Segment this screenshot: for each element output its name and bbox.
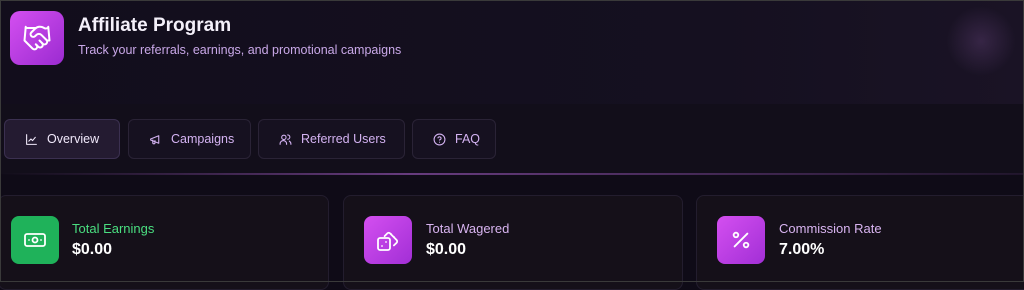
stat-label: Total Wagered [426,221,510,236]
users-icon [279,133,292,145]
tab-referred-users-label: Referred Users [301,132,386,146]
stat-label: Commission Rate [779,221,882,236]
stat-card-commission-rate: Commission Rate 7.00% [696,195,1024,290]
page-header: Affiliate Program Track your referrals, … [0,0,1024,104]
page-subtitle: Track your referrals, earnings, and prom… [78,43,402,57]
chart-line-icon [26,133,37,145]
tab-faq-label: FAQ [455,132,481,146]
dice-icon [364,216,412,264]
stat-value: $0.00 [426,241,467,258]
page-title: Affiliate Program [78,15,232,36]
question-circle-icon [433,133,446,145]
stat-label: Total Earnings [72,221,155,236]
tab-overview-label: Overview [47,132,100,146]
stat-value: $0.00 [72,241,113,258]
tab-referred-users[interactable]: Referred Users [258,119,405,159]
percent-icon [717,216,765,264]
tab-campaigns-label: Campaigns [171,132,235,146]
decorative-glow [946,6,1016,76]
megaphone-icon [150,134,160,144]
handshake-icon [10,11,64,65]
tab-divider [0,173,1024,175]
stat-card-total-earnings: Total Earnings $0.00 [0,195,329,290]
tab-overview[interactable]: Overview [4,119,120,159]
tab-campaigns[interactable]: Campaigns [128,119,251,159]
stat-value: 7.00% [779,241,825,258]
cash-icon [11,216,59,264]
stat-card-total-wagered: Total Wagered $0.00 [343,195,683,290]
tab-faq[interactable]: FAQ [412,119,496,159]
